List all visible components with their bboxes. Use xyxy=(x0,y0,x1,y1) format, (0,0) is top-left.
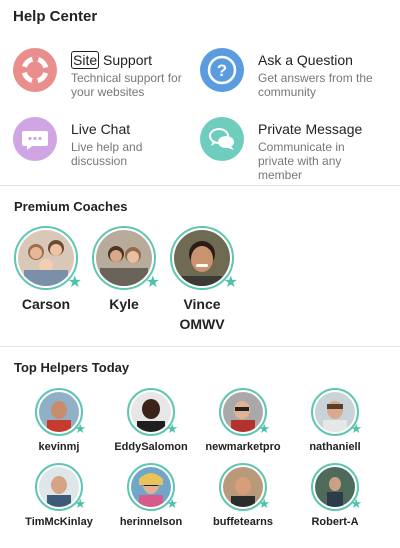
helper-nathaniell[interactable]: ★ nathaniell xyxy=(293,388,377,453)
avatar: ★ xyxy=(35,388,86,436)
avatar: ★ xyxy=(35,463,86,511)
verified-star-icon: ★ xyxy=(258,421,270,436)
premium-coaches-heading: Premium Coaches xyxy=(14,199,128,214)
coach-kyle[interactable]: ★ Kyle xyxy=(89,226,160,314)
lifebuoy-icon xyxy=(13,48,57,92)
site-support-option[interactable]: Site Support Technical support for your … xyxy=(13,48,203,108)
verified-star-icon: ★ xyxy=(350,421,362,436)
avatar: ★ xyxy=(311,463,362,511)
ask-question-desc: Get answers from the community xyxy=(258,71,373,99)
site-support-desc: Technical support for your websites xyxy=(71,71,182,99)
message-bubbles-icon xyxy=(200,117,244,161)
helper-robert-a[interactable]: ★ Robert-A xyxy=(293,463,377,528)
helper-name: EddySalomon xyxy=(114,441,188,453)
ask-question-label: Ask a Question xyxy=(258,52,353,68)
verified-star-icon: ★ xyxy=(223,274,238,291)
avatar: ★ xyxy=(127,388,178,436)
verified-star-icon: ★ xyxy=(74,421,86,436)
helper-name: newmarketpro xyxy=(205,441,281,453)
coach-name: Carson xyxy=(21,296,71,312)
private-message-desc: Communicate in private with any member xyxy=(258,140,345,182)
live-chat-desc: Live help and discussion xyxy=(71,140,143,168)
divider xyxy=(0,346,400,347)
avatar: ★ xyxy=(127,463,178,511)
top-helpers-heading: Top Helpers Today xyxy=(14,360,130,375)
helper-name: TimMcKinlay xyxy=(25,516,93,528)
helper-herinnelson[interactable]: ★ herinnelson xyxy=(109,463,193,528)
coach-name: Kyle xyxy=(109,296,139,312)
avatar: ★ xyxy=(219,463,270,511)
chat-bubble-icon xyxy=(13,117,57,161)
avatar: ★ xyxy=(170,226,238,291)
ask-question-option[interactable]: ? Ask a Question Get answers from the co… xyxy=(200,48,390,108)
verified-star-icon: ★ xyxy=(74,496,86,511)
helper-name: herinnelson xyxy=(119,516,183,528)
avatar: ★ xyxy=(92,226,160,291)
verified-star-icon: ★ xyxy=(350,496,362,511)
helper-buffetearns[interactable]: ★ buffetearns xyxy=(201,463,285,528)
avatar: ★ xyxy=(311,388,362,436)
question-icon: ? xyxy=(200,48,244,92)
private-message-option[interactable]: Private Message Communicate in private w… xyxy=(200,117,390,182)
verified-star-icon: ★ xyxy=(166,421,178,436)
verified-star-icon: ★ xyxy=(67,274,82,291)
helper-name: Robert-A xyxy=(311,516,359,528)
help-center-title: Help Center xyxy=(13,8,98,25)
helper-eddysalomon[interactable]: ★ EddySalomon xyxy=(109,388,193,453)
coach-name: Vince OMWV xyxy=(179,296,225,332)
avatar: ★ xyxy=(219,388,270,436)
coach-vince[interactable]: ★ Vince OMWV xyxy=(167,226,238,334)
verified-star-icon: ★ xyxy=(258,496,270,511)
helper-name: buffetearns xyxy=(213,516,273,528)
private-message-label: Private Message xyxy=(258,121,363,137)
helper-timmckinlay[interactable]: ★ TimMcKinlay xyxy=(17,463,101,528)
divider xyxy=(0,185,400,186)
verified-star-icon: ★ xyxy=(145,274,160,291)
helper-name: kevinmj xyxy=(38,441,80,453)
svg-text:?: ? xyxy=(217,61,227,80)
live-chat-option[interactable]: Live Chat Live help and discussion xyxy=(13,117,203,177)
helper-newmarketpro[interactable]: ★ newmarketpro xyxy=(201,388,285,453)
coach-carson[interactable]: ★ Carson xyxy=(11,226,82,314)
verified-star-icon: ★ xyxy=(166,496,178,511)
helper-name: nathaniell xyxy=(309,441,361,453)
live-chat-label: Live Chat xyxy=(71,121,131,137)
site-support-label: Site Support xyxy=(71,51,153,69)
helper-kevinmj[interactable]: ★ kevinmj xyxy=(17,388,101,453)
avatar: ★ xyxy=(14,226,82,291)
